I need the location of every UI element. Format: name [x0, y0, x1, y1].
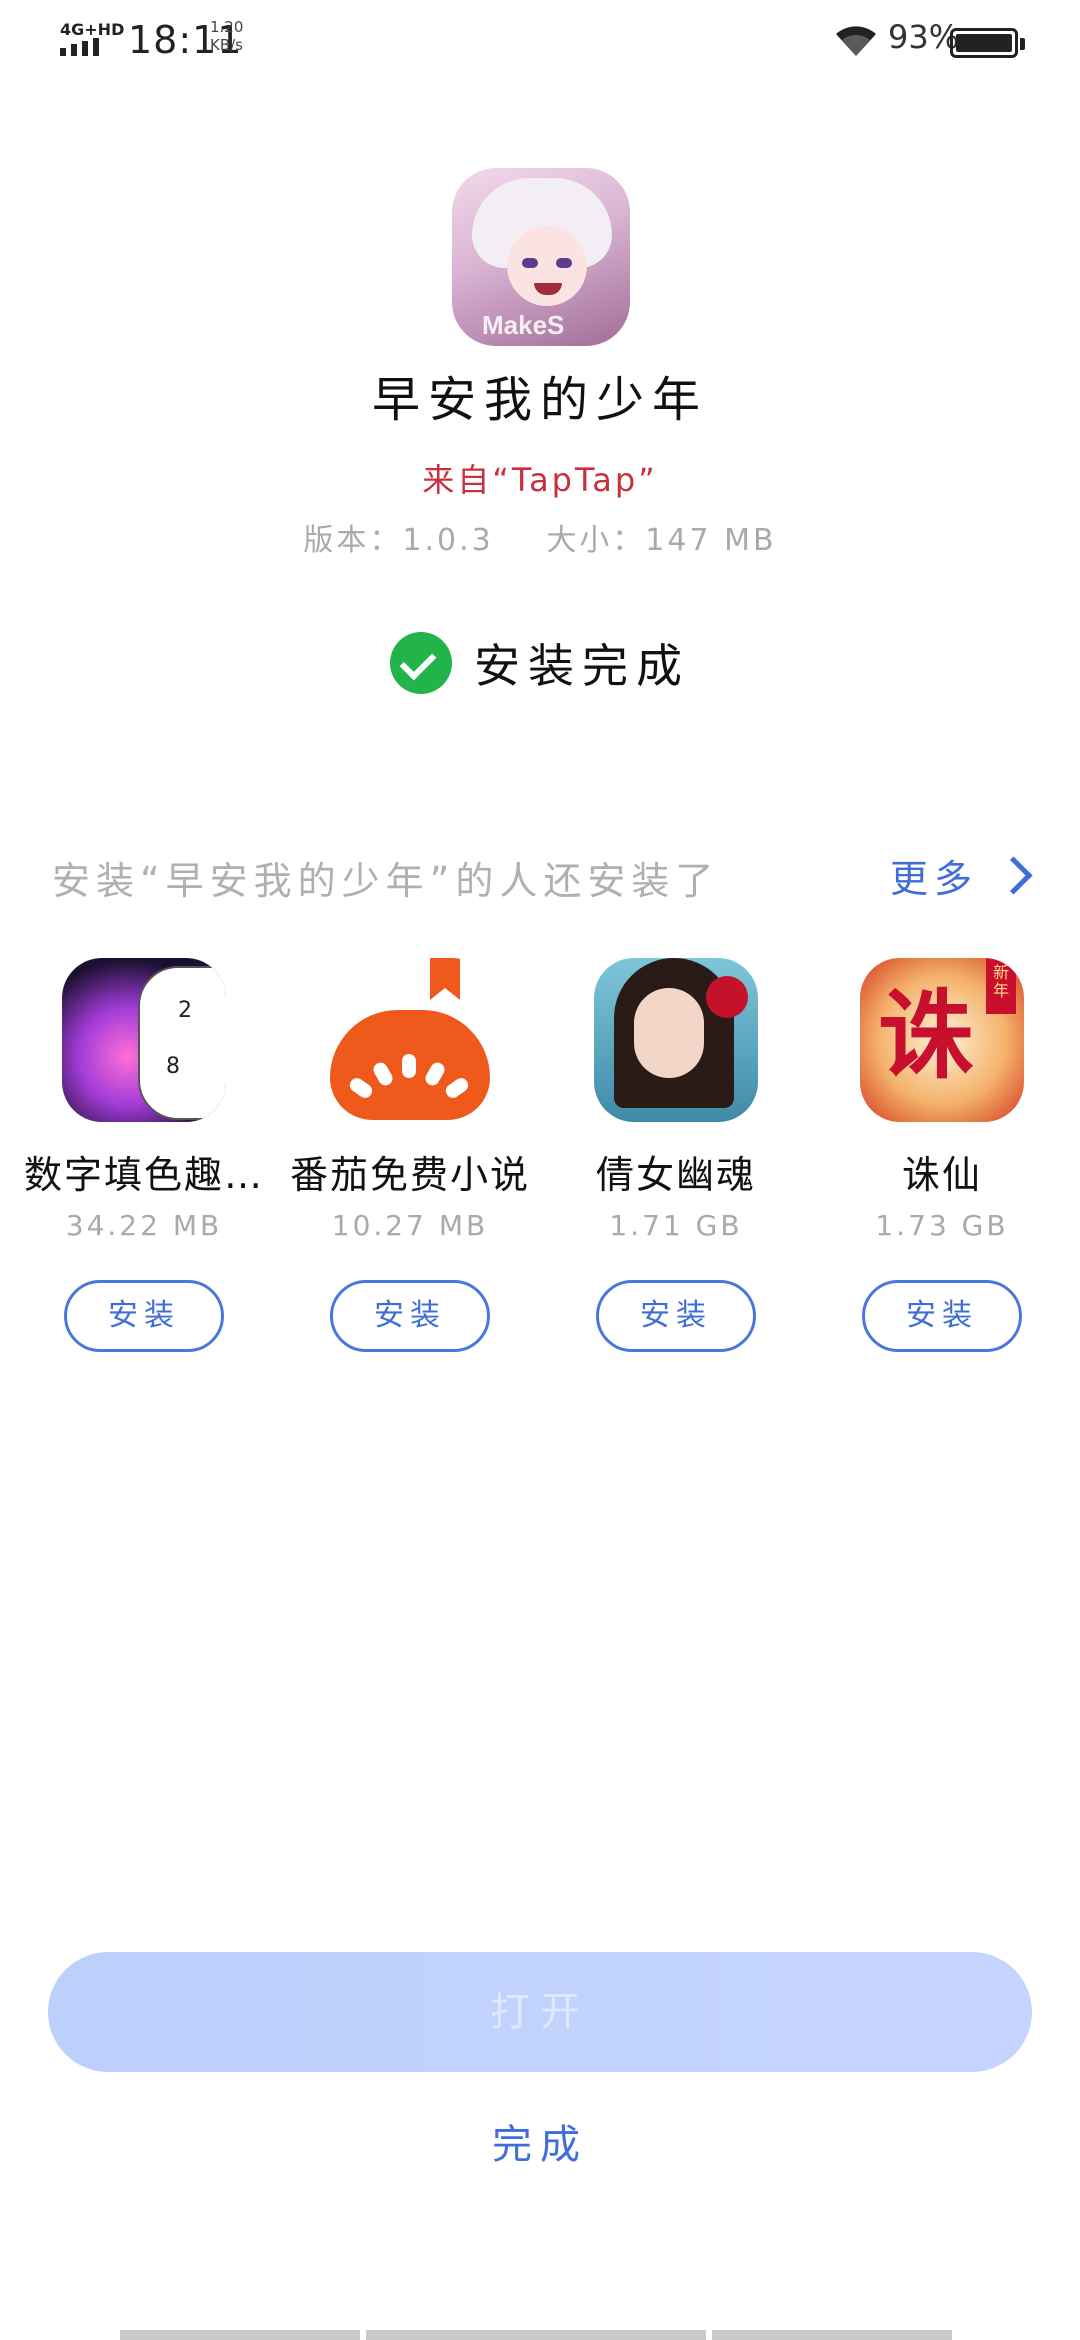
open-button[interactable]: 打开: [48, 1952, 1032, 2072]
install-button[interactable]: 安装: [64, 1280, 224, 1352]
signal-icon: 4G+HD: [60, 22, 124, 56]
status-bar: 4G+HD 18:11 1.20 KB/s 93%: [0, 0, 1080, 80]
gesture-bar: [120, 2330, 960, 2340]
wifi-icon: [836, 26, 876, 56]
done-button[interactable]: 完成: [0, 2112, 1080, 2170]
tomato-icon: [328, 958, 492, 1122]
recommend-list: 2 8 数字填色趣… 34.22 MB 安装 番茄免费小说 10.27 MB 安…: [0, 958, 1080, 1378]
recommend-item[interactable]: 2 8 数字填色趣… 34.22 MB 安装: [24, 958, 264, 1352]
zhuxian-icon: 诛 新年: [860, 958, 1024, 1122]
network-type: 4G+HD: [60, 20, 125, 39]
recommend-item[interactable]: 倩女幽魂 1.71 GB 安装: [556, 958, 796, 1352]
more-label: 更多: [890, 857, 979, 901]
recommend-item[interactable]: 番茄免费小说 10.27 MB 安装: [290, 958, 530, 1352]
app-source: 来自“TapTap”: [422, 461, 658, 499]
chevron-right-icon: [994, 856, 1033, 895]
battery-icon: [950, 28, 1025, 58]
install-button[interactable]: 安装: [862, 1280, 1022, 1352]
speed-value: 1.20: [210, 18, 244, 36]
install-button[interactable]: 安装: [596, 1280, 756, 1352]
girl-icon: [594, 958, 758, 1122]
install-status-text: 安装完成: [474, 639, 690, 693]
app-size: 大小：147 MB: [546, 523, 777, 558]
app-version: 版本：1.0.3: [303, 523, 494, 558]
recommend-item-name: 诛仙: [901, 1153, 982, 1197]
network-speed: 1.20 KB/s: [210, 18, 243, 54]
install-button[interactable]: 安装: [330, 1280, 490, 1352]
recommend-title: 安装“早安我的少年”的人还安装了: [52, 859, 720, 903]
recommend-item-name: 倩女幽魂: [595, 1153, 756, 1197]
app-name: 早安我的少年: [371, 372, 708, 428]
app-meta: 版本：1.0.3 大小：147 MB: [0, 515, 1080, 559]
recommend-item-size: 34.22 MB: [65, 1209, 223, 1242]
lotus-icon: 2 8: [62, 958, 226, 1122]
checkmark-icon: [390, 632, 452, 694]
recommend-item-name: 番茄免费小说: [290, 1153, 531, 1197]
recommend-item-size: 10.27 MB: [331, 1209, 489, 1242]
recommend-item[interactable]: 诛 新年 诛仙 1.73 GB 安装: [822, 958, 1062, 1352]
more-link[interactable]: 更多: [890, 848, 1033, 903]
app-icon: MakeS: [452, 168, 630, 346]
app-icon-logo-text: MakeS: [482, 310, 565, 340]
speed-unit: KB/s: [210, 36, 243, 54]
recommend-item-size: 1.73 GB: [875, 1209, 1009, 1242]
recommend-item-size: 1.71 GB: [609, 1209, 743, 1242]
battery-percent: 93%: [888, 18, 960, 56]
recommend-item-name: 数字填色趣…: [24, 1153, 265, 1197]
install-status: 安装完成: [0, 630, 1080, 696]
